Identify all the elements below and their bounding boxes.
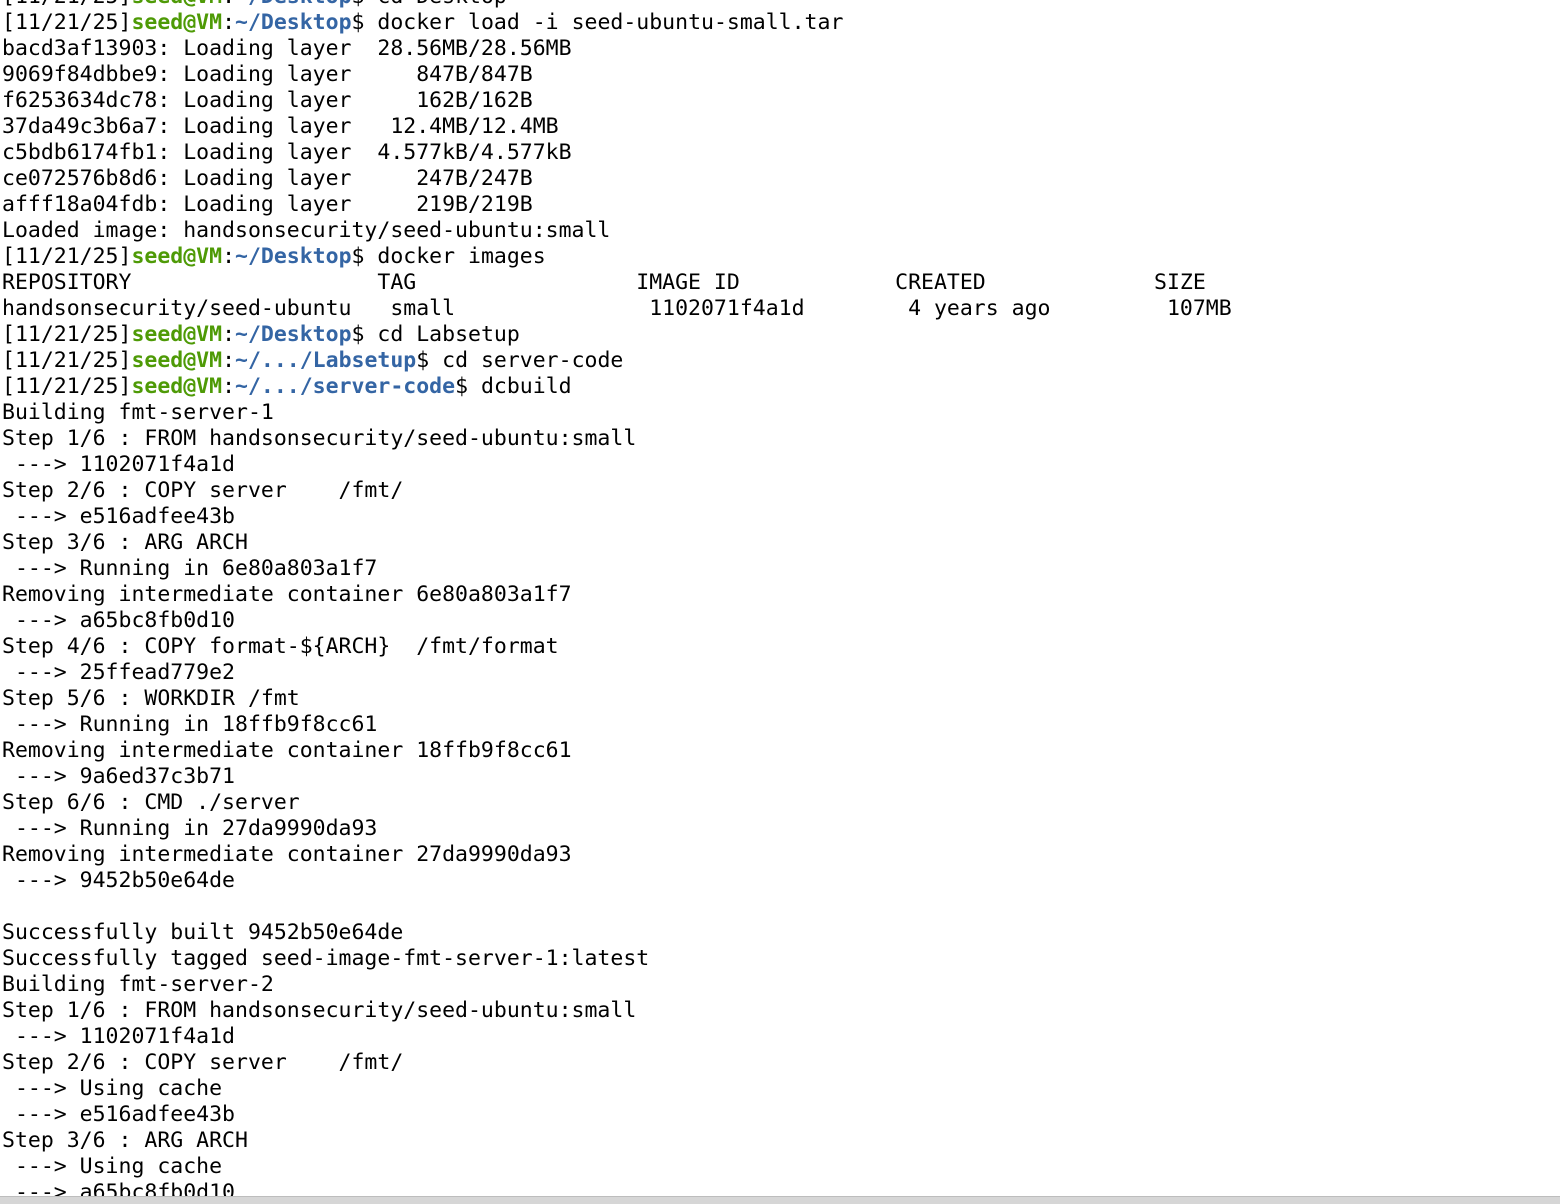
output-line: ---> Running in 18ffb9f8cc61 — [2, 712, 378, 737]
output-line: ---> Using cache — [2, 1154, 223, 1179]
output-line: afff18a04fdb: Loading layer 219B/219B — [2, 192, 533, 217]
prompt-path: ~/Desktop — [235, 244, 352, 269]
output-line: Removing intermediate container 18ffb9f8… — [2, 738, 572, 763]
prompt-colon: : — [222, 348, 236, 373]
prompt-line: [11/21/25]seed@VM:~/.../Labsetup$ cd ser… — [0, 348, 1560, 374]
prompt-path: ~/.../Labsetup — [235, 348, 417, 373]
prompt-timestamp: [11/21/25] — [2, 10, 132, 35]
output-line: Successfully built 9452b50e64de — [2, 920, 404, 945]
prompt-user-host: seed@VM — [131, 348, 223, 373]
output-line: Removing intermediate container 6e80a803… — [2, 582, 572, 607]
prompt-line: [11/21/25]seed@VM:~/.../server-code$ dcb… — [0, 374, 1560, 400]
output-line: ---> e516adfee43b — [2, 504, 235, 529]
output-line: Step 2/6 : COPY server /fmt/ — [2, 478, 404, 503]
command-text: docker images — [377, 244, 546, 269]
output-line: ---> 1102071f4a1d — [2, 1024, 235, 1049]
prompt-dollar: $ — [455, 374, 481, 399]
prompt-path: ~/Desktop — [235, 322, 352, 347]
prompt-timestamp: [11/21/25] — [2, 348, 132, 373]
prompt-path: ~/.../server-code — [235, 374, 456, 399]
output-line: handsonsecurity/seed-ubuntu small 110207… — [2, 296, 1232, 321]
output-line: ---> Running in 6e80a803a1f7 — [2, 556, 378, 581]
output-line: Step 4/6 : COPY format-${ARCH} /fmt/form… — [2, 634, 559, 659]
prompt-line: [11/21/25]seed@VM:~/Desktop$ cd Desktop — [0, 0, 1560, 10]
prompt-user-host: seed@VM — [131, 322, 223, 347]
output-line: ---> e516adfee43b — [2, 1102, 235, 1127]
command-text: docker load -i seed-ubuntu-small.tar — [377, 10, 844, 35]
prompt-path: ~/Desktop — [235, 0, 352, 9]
output-line: ---> 25ffead779e2 — [2, 660, 235, 685]
output-line: Step 2/6 : COPY server /fmt/ — [2, 1050, 404, 1075]
output-line: REPOSITORY TAG IMAGE ID CREATED SIZE — [2, 270, 1206, 295]
prompt-user-host: seed@VM — [131, 0, 222, 9]
prompt-timestamp: [11/21/25] — [2, 374, 132, 399]
prompt-user-host: seed@VM — [131, 10, 223, 35]
command-text: cd server-code — [442, 348, 624, 373]
prompt-path: ~/Desktop — [235, 10, 352, 35]
output-line: Step 1/6 : FROM handsonsecurity/seed-ubu… — [2, 998, 637, 1023]
output-line: ---> Running in 27da9990da93 — [2, 816, 378, 841]
output-line: ---> 9452b50e64de — [2, 868, 235, 893]
output-line: ---> 1102071f4a1d — [2, 452, 235, 477]
output-line: ---> a65bc8fb0d10 — [2, 1180, 235, 1196]
command-text: cd Labsetup — [377, 322, 520, 347]
output-line: Step 1/6 : FROM handsonsecurity/seed-ubu… — [2, 426, 637, 451]
output-line: Step 6/6 : CMD ./server — [2, 790, 300, 815]
prompt-dollar: $ — [351, 322, 378, 347]
prompt-colon: : — [222, 322, 236, 347]
prompt-dollar: $ — [352, 0, 378, 9]
output-line: bacd3af13903: Loading layer 28.56MB/28.5… — [2, 36, 572, 61]
prompt-colon: : — [222, 244, 236, 269]
output-line: Building fmt-server-1 — [2, 400, 274, 425]
output-line: 9069f84dbbe9: Loading layer 847B/847B — [2, 62, 533, 87]
output-line: ---> Using cache — [2, 1076, 223, 1101]
output-line: Building fmt-server-2 — [2, 972, 274, 997]
output-line: ---> a65bc8fb0d10 — [2, 608, 235, 633]
output-line: Step 5/6 : WORKDIR /fmt — [2, 686, 300, 711]
output-line: Removing intermediate container 27da9990… — [2, 842, 572, 867]
prompt-timestamp: [11/21/25] — [2, 0, 131, 9]
output-line: ---> 9a6ed37c3b71 — [2, 764, 235, 789]
prompt-dollar: $ — [351, 10, 378, 35]
command-text: cd Desktop — [377, 0, 506, 9]
output-line: Step 3/6 : ARG ARCH — [2, 530, 248, 555]
prompt-dollar: $ — [416, 348, 443, 373]
prompt-line: [11/21/25]seed@VM:~/Desktop$ cd Labsetup — [0, 322, 1560, 348]
output-line: f6253634dc78: Loading layer 162B/162B — [2, 88, 533, 113]
prompt-dollar: $ — [351, 244, 378, 269]
prompt-user-host: seed@VM — [131, 374, 223, 399]
output-line: 37da49c3b6a7: Loading layer 12.4MB/12.4M… — [2, 114, 559, 139]
output-line: Step 3/6 : ARG ARCH — [2, 1128, 248, 1153]
output-line: ce072576b8d6: Loading layer 247B/247B — [2, 166, 533, 191]
terminal-output[interactable]: [11/21/25]seed@VM:~/Desktop$ cd Desktop[… — [0, 0, 1560, 1196]
prompt-user-host: seed@VM — [131, 244, 223, 269]
prompt-timestamp: [11/21/25] — [2, 244, 132, 269]
prompt-colon: : — [222, 10, 236, 35]
command-text: dcbuild — [480, 374, 572, 399]
prompt-line: [11/21/25]seed@VM:~/Desktop$ docker imag… — [0, 244, 1560, 270]
prompt-colon: : — [222, 0, 235, 9]
prompt-line: [11/21/25]seed@VM:~/Desktop$ docker load… — [0, 10, 1560, 36]
prompt-timestamp: [11/21/25] — [2, 322, 132, 347]
output-line: Successfully tagged seed-image-fmt-serve… — [2, 946, 650, 971]
prompt-colon: : — [222, 374, 236, 399]
output-line: c5bdb6174fb1: Loading layer 4.577kB/4.57… — [2, 140, 572, 165]
output-line: Loaded image: handsonsecurity/seed-ubunt… — [2, 218, 611, 243]
